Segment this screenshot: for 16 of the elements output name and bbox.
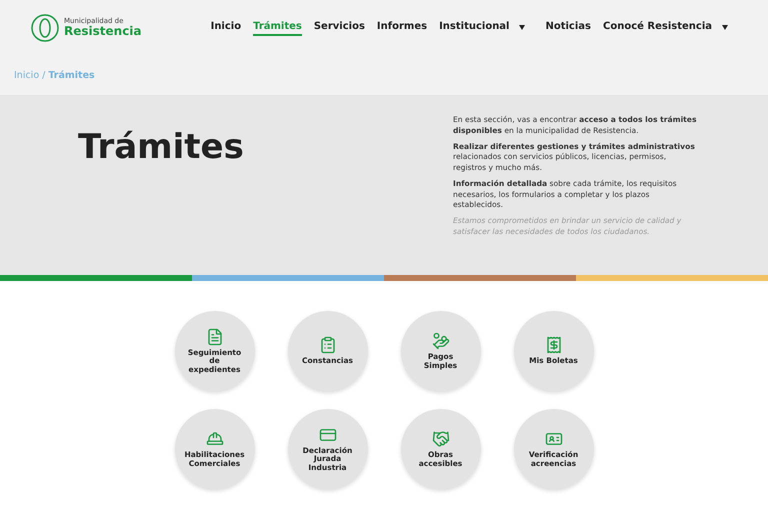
list-icon bbox=[318, 336, 336, 354]
caret-icon[interactable] bbox=[519, 25, 526, 30]
nav-link[interactable]: Servicios bbox=[314, 19, 365, 36]
hands-icon bbox=[432, 332, 450, 350]
nav-link[interactable]: Inicio bbox=[210, 19, 242, 36]
breadcrumb-separator: / bbox=[42, 70, 46, 80]
nav-link[interactable]: Institucional bbox=[439, 19, 510, 36]
logo-title: Resistencia bbox=[64, 25, 142, 37]
nav-link[interactable]: Conocé Resistencia bbox=[603, 19, 712, 36]
receipt-icon bbox=[544, 336, 562, 354]
handshake-icon bbox=[432, 430, 450, 448]
caret-icon[interactable] bbox=[722, 25, 728, 30]
page-title: Trámites bbox=[78, 127, 244, 169]
nav-link[interactable]: Noticias bbox=[545, 19, 591, 36]
file-icon bbox=[206, 328, 224, 346]
nav-link[interactable]: Informes bbox=[376, 19, 428, 36]
